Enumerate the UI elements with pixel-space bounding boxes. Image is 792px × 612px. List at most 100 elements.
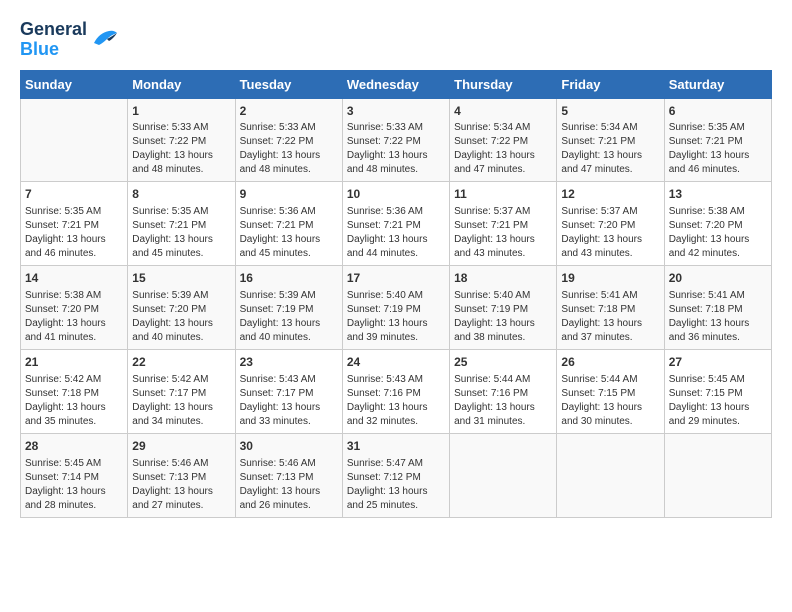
calendar-cell: 17 Sunrise: 5:40 AM Sunset: 7:19 PM Dayli… [342, 266, 449, 350]
calendar-week-row: 7Sunrise: 5:35 AM Sunset: 7:21 PM Daylig… [21, 182, 772, 266]
calendar-cell: 1Sunrise: 5:33 AM Sunset: 7:22 PM Daylig… [128, 98, 235, 182]
day-number: 16 [240, 270, 338, 287]
calendar-cell: 5Sunrise: 5:34 AM Sunset: 7:21 PM Daylig… [557, 98, 664, 182]
day-number: 3 [347, 103, 445, 120]
day-number: 17 [347, 270, 445, 287]
day-number: 27 [669, 354, 767, 371]
calendar-cell: 19Sunrise: 5:41 AM Sunset: 7:18 PM Dayli… [557, 266, 664, 350]
cell-content: Sunrise: 5:42 AM Sunset: 7:17 PM Dayligh… [132, 373, 230, 429]
cell-content: Sunrise: 5:40 AM Sunset: 7:19 PM Dayligh… [454, 289, 552, 345]
calendar-cell: 28 Sunrise: 5:45 AM Sunset: 7:14 PM Dayli… [21, 433, 128, 517]
day-header-saturday: Saturday [664, 70, 771, 98]
cell-content: Sunrise: 5:39 AM Sunset: 7:19 PM Dayligh… [240, 289, 338, 345]
cell-content: Sunrise: 5:45 AM Sunset: 7:14 PM Dayligh… [25, 457, 123, 513]
calendar-cell [450, 433, 557, 517]
day-number: 29 [132, 438, 230, 455]
day-number: 4 [454, 103, 552, 120]
cell-content: Sunrise: 5:35 AM Sunset: 7:21 PM Dayligh… [25, 205, 123, 261]
calendar-cell: 16 Sunrise: 5:39 AM Sunset: 7:19 PM Dayli… [235, 266, 342, 350]
day-header-friday: Friday [557, 70, 664, 98]
calendar-cell: 20 Sunrise: 5:41 AM Sunset: 7:18 PM Dayli… [664, 266, 771, 350]
calendar-cell: 12 Sunrise: 5:37 AM Sunset: 7:20 PM Dayli… [557, 182, 664, 266]
cell-content: Sunrise: 5:37 AM Sunset: 7:21 PM Dayligh… [454, 205, 552, 261]
cell-content: Sunrise: 5:38 AM Sunset: 7:20 PM Dayligh… [25, 289, 123, 345]
calendar-cell: 10 Sunrise: 5:36 AM Sunset: 7:21 PM Dayli… [342, 182, 449, 266]
calendar-table: SundayMondayTuesdayWednesdayThursdayFrid… [20, 70, 772, 518]
calendar-cell: 15 Sunrise: 5:39 AM Sunset: 7:20 PM Dayli… [128, 266, 235, 350]
calendar-cell: 9 Sunrise: 5:36 AM Sunset: 7:21 PM Daylig… [235, 182, 342, 266]
day-number: 13 [669, 186, 767, 203]
calendar-cell: 7Sunrise: 5:35 AM Sunset: 7:21 PM Daylig… [21, 182, 128, 266]
day-number: 5 [561, 103, 659, 120]
logo: GeneralBlue [20, 20, 119, 60]
calendar-cell: 13 Sunrise: 5:38 AM Sunset: 7:20 PM Dayli… [664, 182, 771, 266]
calendar-cell: 21 Sunrise: 5:42 AM Sunset: 7:18 PM Dayli… [21, 349, 128, 433]
cell-content: Sunrise: 5:42 AM Sunset: 7:18 PM Dayligh… [25, 373, 123, 429]
calendar-cell: 22 Sunrise: 5:42 AM Sunset: 7:17 PM Dayli… [128, 349, 235, 433]
cell-content: Sunrise: 5:33 AM Sunset: 7:22 PM Dayligh… [240, 121, 338, 177]
day-number: 8 [132, 186, 230, 203]
calendar-header-row: SundayMondayTuesdayWednesdayThursdayFrid… [21, 70, 772, 98]
calendar-cell: 27 Sunrise: 5:45 AM Sunset: 7:15 PM Dayli… [664, 349, 771, 433]
calendar-week-row: 14 Sunrise: 5:38 AM Sunset: 7:20 PM Dayli… [21, 266, 772, 350]
calendar-cell: 6Sunrise: 5:35 AM Sunset: 7:21 PM Daylig… [664, 98, 771, 182]
calendar-cell: 4Sunrise: 5:34 AM Sunset: 7:22 PM Daylig… [450, 98, 557, 182]
calendar-cell: 18 Sunrise: 5:40 AM Sunset: 7:19 PM Dayli… [450, 266, 557, 350]
calendar-cell: 23 Sunrise: 5:43 AM Sunset: 7:17 PM Dayli… [235, 349, 342, 433]
day-header-thursday: Thursday [450, 70, 557, 98]
calendar-cell [557, 433, 664, 517]
day-number: 30 [240, 438, 338, 455]
cell-content: Sunrise: 5:36 AM Sunset: 7:21 PM Dayligh… [347, 205, 445, 261]
calendar-cell: 26 Sunrise: 5:44 AM Sunset: 7:15 PM Dayli… [557, 349, 664, 433]
cell-content: Sunrise: 5:44 AM Sunset: 7:16 PM Dayligh… [454, 373, 552, 429]
cell-content: Sunrise: 5:33 AM Sunset: 7:22 PM Dayligh… [132, 121, 230, 177]
day-number: 21 [25, 354, 123, 371]
day-number: 9 [240, 186, 338, 203]
page-header: GeneralBlue [20, 20, 772, 60]
cell-content: Sunrise: 5:33 AM Sunset: 7:22 PM Dayligh… [347, 121, 445, 177]
cell-content: Sunrise: 5:41 AM Sunset: 7:18 PM Dayligh… [669, 289, 767, 345]
calendar-cell [664, 433, 771, 517]
day-number: 20 [669, 270, 767, 287]
day-number: 28 [25, 438, 123, 455]
cell-content: Sunrise: 5:38 AM Sunset: 7:20 PM Dayligh… [669, 205, 767, 261]
cell-content: Sunrise: 5:34 AM Sunset: 7:22 PM Dayligh… [454, 121, 552, 177]
calendar-cell: 25Sunrise: 5:44 AM Sunset: 7:16 PM Dayli… [450, 349, 557, 433]
cell-content: Sunrise: 5:45 AM Sunset: 7:15 PM Dayligh… [669, 373, 767, 429]
day-number: 12 [561, 186, 659, 203]
day-number: 2 [240, 103, 338, 120]
cell-content: Sunrise: 5:35 AM Sunset: 7:21 PM Dayligh… [669, 121, 767, 177]
day-number: 10 [347, 186, 445, 203]
calendar-cell: 11 Sunrise: 5:37 AM Sunset: 7:21 PM Dayli… [450, 182, 557, 266]
day-number: 18 [454, 270, 552, 287]
cell-content: Sunrise: 5:36 AM Sunset: 7:21 PM Dayligh… [240, 205, 338, 261]
day-number: 26 [561, 354, 659, 371]
day-header-monday: Monday [128, 70, 235, 98]
day-header-sunday: Sunday [21, 70, 128, 98]
cell-content: Sunrise: 5:39 AM Sunset: 7:20 PM Dayligh… [132, 289, 230, 345]
cell-content: Sunrise: 5:43 AM Sunset: 7:17 PM Dayligh… [240, 373, 338, 429]
cell-content: Sunrise: 5:43 AM Sunset: 7:16 PM Dayligh… [347, 373, 445, 429]
calendar-cell: 24Sunrise: 5:43 AM Sunset: 7:16 PM Dayli… [342, 349, 449, 433]
calendar-cell: 30Sunrise: 5:46 AM Sunset: 7:13 PM Dayli… [235, 433, 342, 517]
calendar-cell: 3Sunrise: 5:33 AM Sunset: 7:22 PM Daylig… [342, 98, 449, 182]
day-number: 6 [669, 103, 767, 120]
cell-content: Sunrise: 5:35 AM Sunset: 7:21 PM Dayligh… [132, 205, 230, 261]
day-number: 23 [240, 354, 338, 371]
calendar-cell: 31Sunrise: 5:47 AM Sunset: 7:12 PM Dayli… [342, 433, 449, 517]
day-number: 11 [454, 186, 552, 203]
day-number: 15 [132, 270, 230, 287]
cell-content: Sunrise: 5:44 AM Sunset: 7:15 PM Dayligh… [561, 373, 659, 429]
cell-content: Sunrise: 5:34 AM Sunset: 7:21 PM Dayligh… [561, 121, 659, 177]
day-number: 22 [132, 354, 230, 371]
day-number: 1 [132, 103, 230, 120]
cell-content: Sunrise: 5:47 AM Sunset: 7:12 PM Dayligh… [347, 457, 445, 513]
calendar-cell: 8 Sunrise: 5:35 AM Sunset: 7:21 PM Daylig… [128, 182, 235, 266]
cell-content: Sunrise: 5:41 AM Sunset: 7:18 PM Dayligh… [561, 289, 659, 345]
cell-content: Sunrise: 5:40 AM Sunset: 7:19 PM Dayligh… [347, 289, 445, 345]
day-header-tuesday: Tuesday [235, 70, 342, 98]
calendar-cell: 14 Sunrise: 5:38 AM Sunset: 7:20 PM Dayli… [21, 266, 128, 350]
cell-content: Sunrise: 5:37 AM Sunset: 7:20 PM Dayligh… [561, 205, 659, 261]
logo-text: GeneralBlue [20, 20, 87, 60]
day-number: 14 [25, 270, 123, 287]
